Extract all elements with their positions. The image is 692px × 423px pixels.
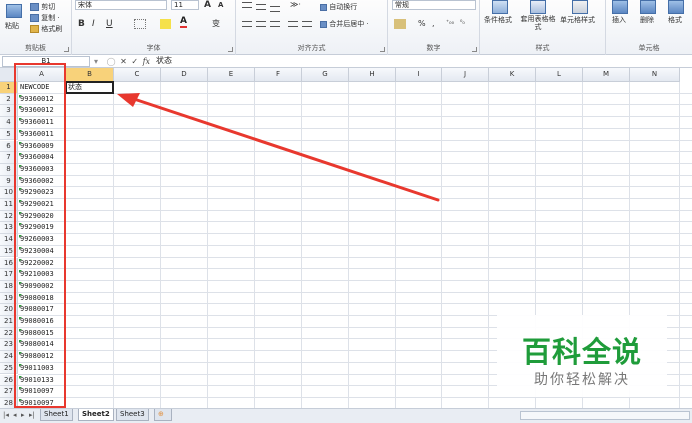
sheet-tab-3[interactable]: Sheet3 (116, 409, 149, 421)
next-sheet-icon[interactable]: ▸ (21, 411, 25, 419)
sheet-tab-1[interactable]: Sheet1 (40, 409, 73, 421)
watermark: 百科全说 助你轻松解决 (497, 315, 667, 397)
new-sheet-icon[interactable]: ⊕ (154, 409, 172, 421)
sheet-tab-bar: |◂ ◂ ▸ ▸| Sheet1 Sheet2 Sheet3 ⊕ (0, 408, 692, 423)
watermark-title: 百科全说 (521, 335, 642, 369)
horizontal-scrollbar[interactable] (520, 411, 690, 420)
prev-sheet-icon[interactable]: ◂ (13, 411, 17, 419)
sheet-tab-2[interactable]: Sheet2 (78, 409, 114, 421)
watermark-subtitle: 助你轻松解决 (534, 372, 630, 388)
first-sheet-icon[interactable]: |◂ (3, 411, 9, 419)
last-sheet-icon[interactable]: ▸| (29, 411, 35, 419)
